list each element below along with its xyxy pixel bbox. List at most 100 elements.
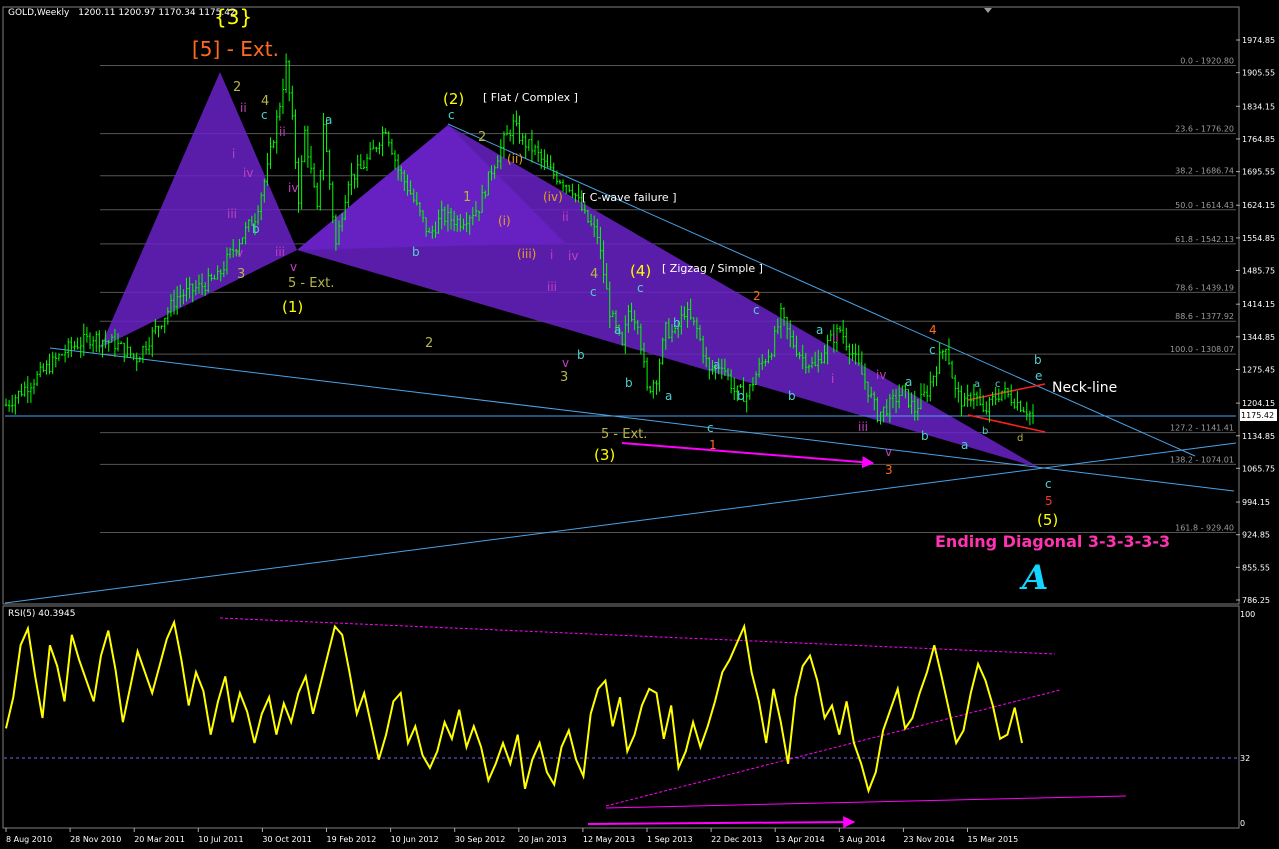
wave-label: a — [713, 358, 720, 372]
time-tick-label: 12 May 2013 — [583, 835, 635, 844]
time-tick-label: 10 Jun 2012 — [391, 835, 439, 844]
price-tick-label: 1485.75 — [1242, 266, 1275, 275]
wave-label: 5 - Ext. — [288, 276, 334, 291]
wave-label: 4 — [261, 94, 269, 109]
wave-label: iii — [275, 245, 285, 259]
fib-label: 78.6 - 1439.19 — [1175, 283, 1234, 292]
fib-label: 127.2 - 1141.41 — [1170, 424, 1234, 433]
time-axis: 8 Aug 2010 28 Nov 2010 20 Mar 2011 10 Jul 2… — [5, 828, 1019, 844]
wave-label: c — [995, 379, 1001, 390]
time-tick-label: 30 Oct 2011 — [262, 835, 311, 844]
wave-label: v — [885, 445, 892, 459]
wave-label: 1 — [463, 190, 471, 205]
price-tick-label: 924.85 — [1242, 531, 1270, 540]
wave-label: a — [325, 113, 332, 127]
wave-label: a — [974, 379, 980, 390]
trendline-lower-channel — [49, 347, 1235, 492]
wave-label: c — [637, 281, 644, 295]
price-tick-label: 855.55 — [1242, 563, 1270, 572]
wave-label: c — [1045, 477, 1052, 491]
wave-label: v — [290, 260, 297, 274]
divergence-arrow-rsi — [587, 816, 856, 829]
wave-label: v — [562, 356, 569, 370]
wave-label: 2 — [425, 336, 433, 351]
fib-label: 88.6 - 1377.92 — [1175, 312, 1234, 321]
wave-label: a — [665, 389, 672, 403]
time-tick-label: 8 Aug 2010 — [6, 835, 52, 844]
price-tick-label: 1695.55 — [1242, 168, 1275, 177]
wave-label: c — [590, 285, 597, 299]
wave-label: iii — [227, 207, 237, 221]
wave-label: 5 - Ext. — [601, 427, 647, 442]
wave-label: b — [625, 376, 633, 390]
wave-label: 5 — [1045, 494, 1053, 508]
symbol-header: GOLD,Weekly 1200.11 1200.97 1170.34 1175… — [8, 8, 236, 18]
time-tick-label: 15 Mar 2015 — [968, 835, 1019, 844]
wave-label: (iii) — [517, 247, 536, 261]
wave-label: [5] - Ext. — [192, 37, 279, 61]
wave-label: i — [550, 248, 553, 262]
wave-label: ii — [832, 331, 839, 345]
wave-label: 2 — [478, 130, 486, 145]
wedge-ending-diagonal — [297, 125, 1040, 468]
wave-label: [ C-wave failure ] — [582, 191, 676, 204]
wave-label: iv — [876, 368, 886, 382]
price-tick-label: 1834.15 — [1242, 102, 1275, 111]
chart-canvas: 0.0 - 1920.80 23.6 - 1776.20 38.2 - 1686.7… — [2, 5, 1277, 844]
wave-label: e — [1035, 369, 1042, 383]
price-tick-label: 1554.85 — [1242, 234, 1275, 243]
fib-label: 100.0 - 1308.07 — [1170, 345, 1234, 354]
price-tick-label: 786.25 — [1242, 596, 1270, 605]
wave-label: i — [232, 147, 235, 161]
scroll-marker-icon[interactable] — [984, 8, 992, 13]
wave-label: b — [921, 429, 929, 443]
wave-label: iv — [288, 181, 298, 195]
price-tick-label: 994.15 — [1242, 498, 1270, 507]
wave-label: b — [1034, 353, 1042, 367]
fib-label: 61.8 - 1542.13 — [1175, 235, 1234, 244]
wave-label: b — [412, 245, 420, 259]
wave-label: ii — [562, 210, 569, 224]
wave-label: 2 — [233, 80, 241, 95]
wave-label: 3 — [885, 463, 893, 477]
wave-label: b — [982, 426, 988, 437]
wave-label: (1) — [282, 298, 303, 316]
wave-label: ii — [279, 125, 286, 139]
rsi-tick-100: 100 — [1240, 610, 1255, 619]
fib-label: 23.6 - 1776.20 — [1175, 125, 1234, 134]
time-tick-label: 22 Dec 2013 — [711, 835, 762, 844]
time-tick-label: 3 Aug 2014 — [839, 835, 885, 844]
wave-label: Neck-line — [1052, 380, 1117, 396]
fib-label: 161.8 - 929.40 — [1175, 524, 1234, 533]
wave-label: c — [448, 108, 455, 122]
rsi-line — [5, 618, 1023, 794]
wave-label: v — [236, 246, 243, 260]
wave-label: ii — [240, 101, 247, 115]
wave-label: i — [831, 372, 834, 386]
wave-label: 3 — [237, 267, 245, 282]
wave-label: a — [816, 323, 823, 337]
time-tick-label: 30 Sep 2012 — [455, 835, 506, 844]
wave-label: b — [788, 389, 796, 403]
fib-label: 0.0 - 1920.80 — [1180, 56, 1234, 65]
fib-label: 38.2 - 1686.74 — [1175, 167, 1234, 176]
wave-label: iii — [858, 420, 868, 434]
time-tick-label: 28 Nov 2010 — [70, 835, 121, 844]
price-tick-label: 1764.85 — [1242, 135, 1275, 144]
wave-label: c — [929, 343, 936, 357]
wave-label: (3) — [594, 446, 615, 464]
wave-label: c — [753, 303, 760, 317]
wave-label: (5) — [1037, 511, 1058, 529]
symbol-ohlc: 1200.11 1200.97 1170.34 1175.42 — [78, 8, 236, 18]
time-tick-label: 1 Sep 2013 — [647, 835, 693, 844]
wave-label: 2 — [753, 289, 761, 303]
wave-label: b — [673, 316, 681, 330]
wave-label: Ending Diagonal 3-3-3-3-3 — [935, 532, 1170, 551]
wave-label: 1 — [709, 438, 717, 452]
price-tick-label: 1905.55 — [1242, 69, 1275, 78]
wave-label: 4 — [929, 323, 937, 337]
price-tick-label: 1134.85 — [1242, 432, 1275, 441]
price-tick-label: 1204.15 — [1242, 399, 1275, 408]
wave-label: (2) — [443, 90, 464, 108]
rsi-trend-bottom — [605, 795, 1127, 809]
